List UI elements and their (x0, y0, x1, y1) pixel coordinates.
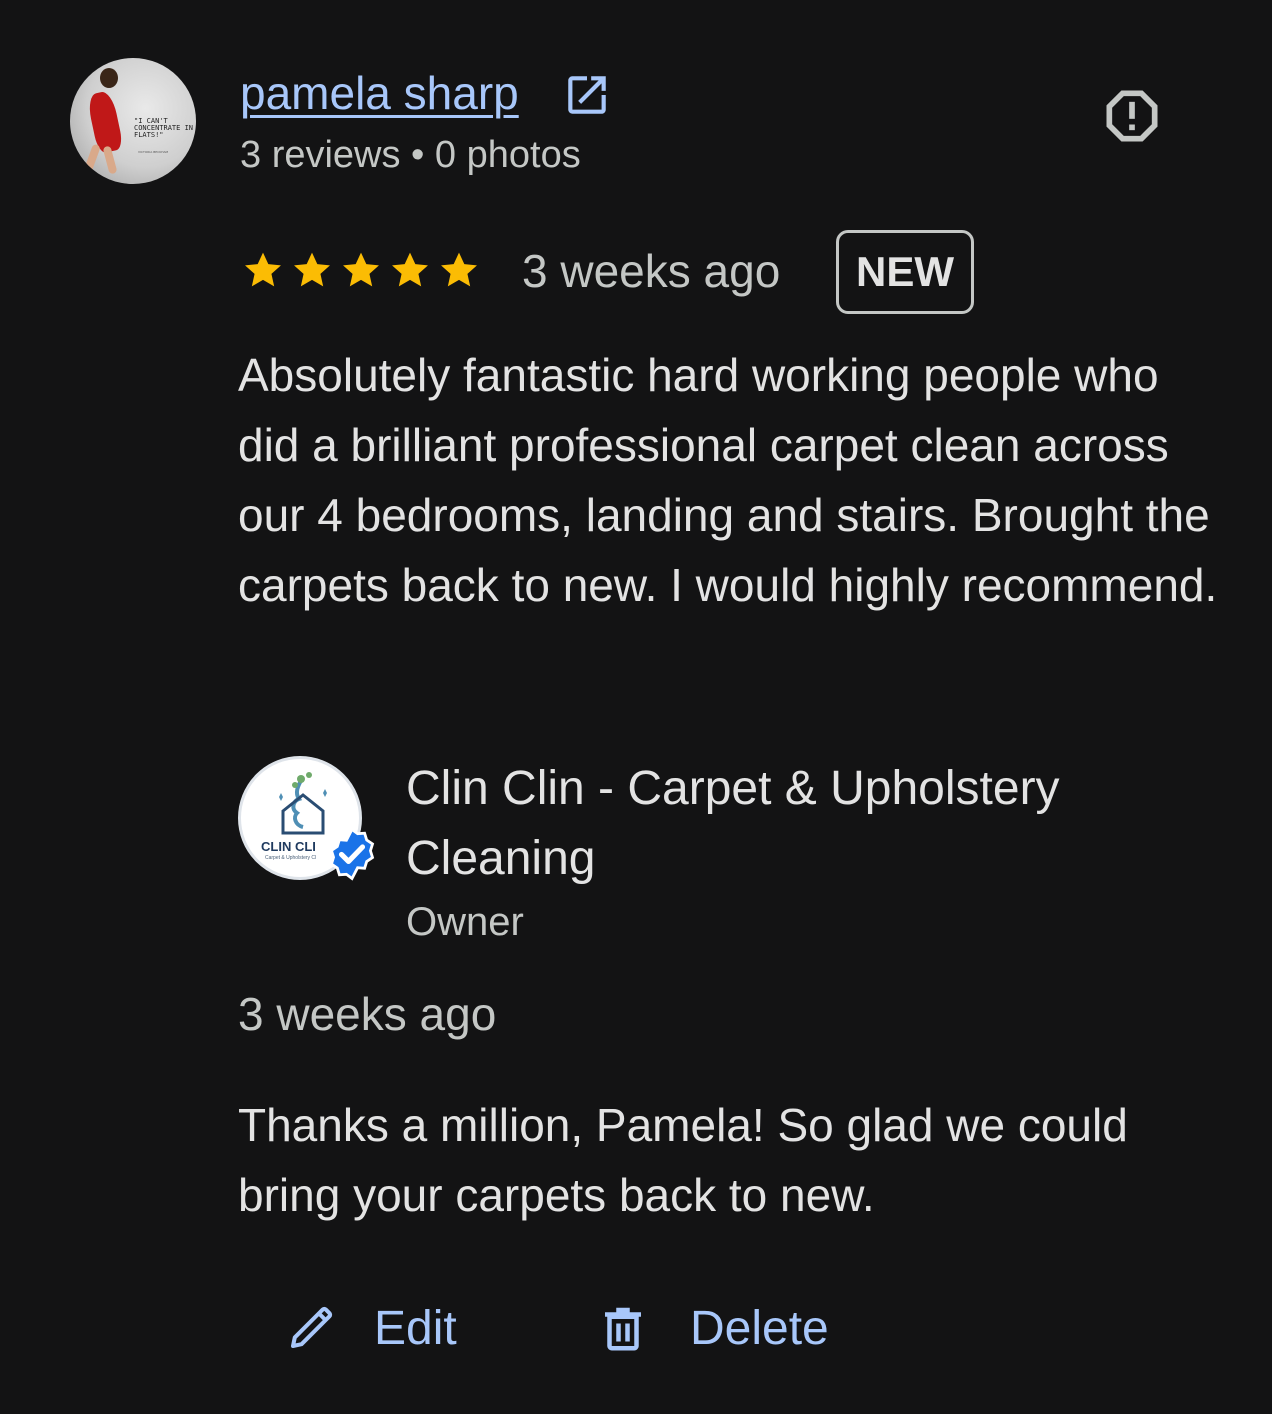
business-logo-subtext: Carpet & Upholstery Cl (265, 855, 317, 861)
new-badge: NEW (836, 230, 974, 314)
avatar-quote-sub: VICTORIA BECKHAM (138, 150, 169, 154)
owner-business-name: Clin Clin - Carpet & Upholstery Cleaning (406, 762, 1060, 885)
verified-badge-icon (329, 827, 375, 881)
star-icon (294, 252, 330, 287)
reviewer-stats: 3 reviews • 0 photos (240, 134, 581, 176)
trash-icon (605, 1307, 641, 1351)
reviewer-name-link[interactable]: pamela sharp (240, 64, 519, 122)
reviewer-avatar[interactable]: "I CAN'T CONCENTRATE IN FLATS!" VICTORIA… (70, 58, 196, 184)
external-link-icon[interactable] (562, 70, 612, 120)
star-icon (245, 252, 281, 287)
star-icon (392, 252, 428, 287)
review-text: Absolutely fantastic hard working people… (238, 349, 1218, 611)
review-time: 3 weeks ago (522, 245, 781, 297)
business-logo-text: CLIN CLI (261, 839, 316, 854)
pencil-icon (290, 1306, 333, 1349)
edit-button[interactable]: Edit (284, 1296, 457, 1360)
report-icon[interactable] (1098, 82, 1166, 150)
avatar-quote: "I CAN'T CONCENTRATE IN FLATS!" (134, 117, 194, 139)
reply-text: Thanks a million, Pamela! So glad we cou… (238, 1099, 1128, 1221)
star-rating (240, 248, 482, 292)
edit-label: Edit (374, 1301, 457, 1355)
owner-role: Owner (406, 900, 524, 944)
star-icon (343, 252, 379, 287)
star-icon (441, 252, 477, 287)
delete-label: Delete (690, 1301, 829, 1355)
reply-time: 3 weeks ago (238, 988, 497, 1040)
delete-button[interactable]: Delete (596, 1296, 829, 1360)
avatar-figure (100, 68, 118, 88)
